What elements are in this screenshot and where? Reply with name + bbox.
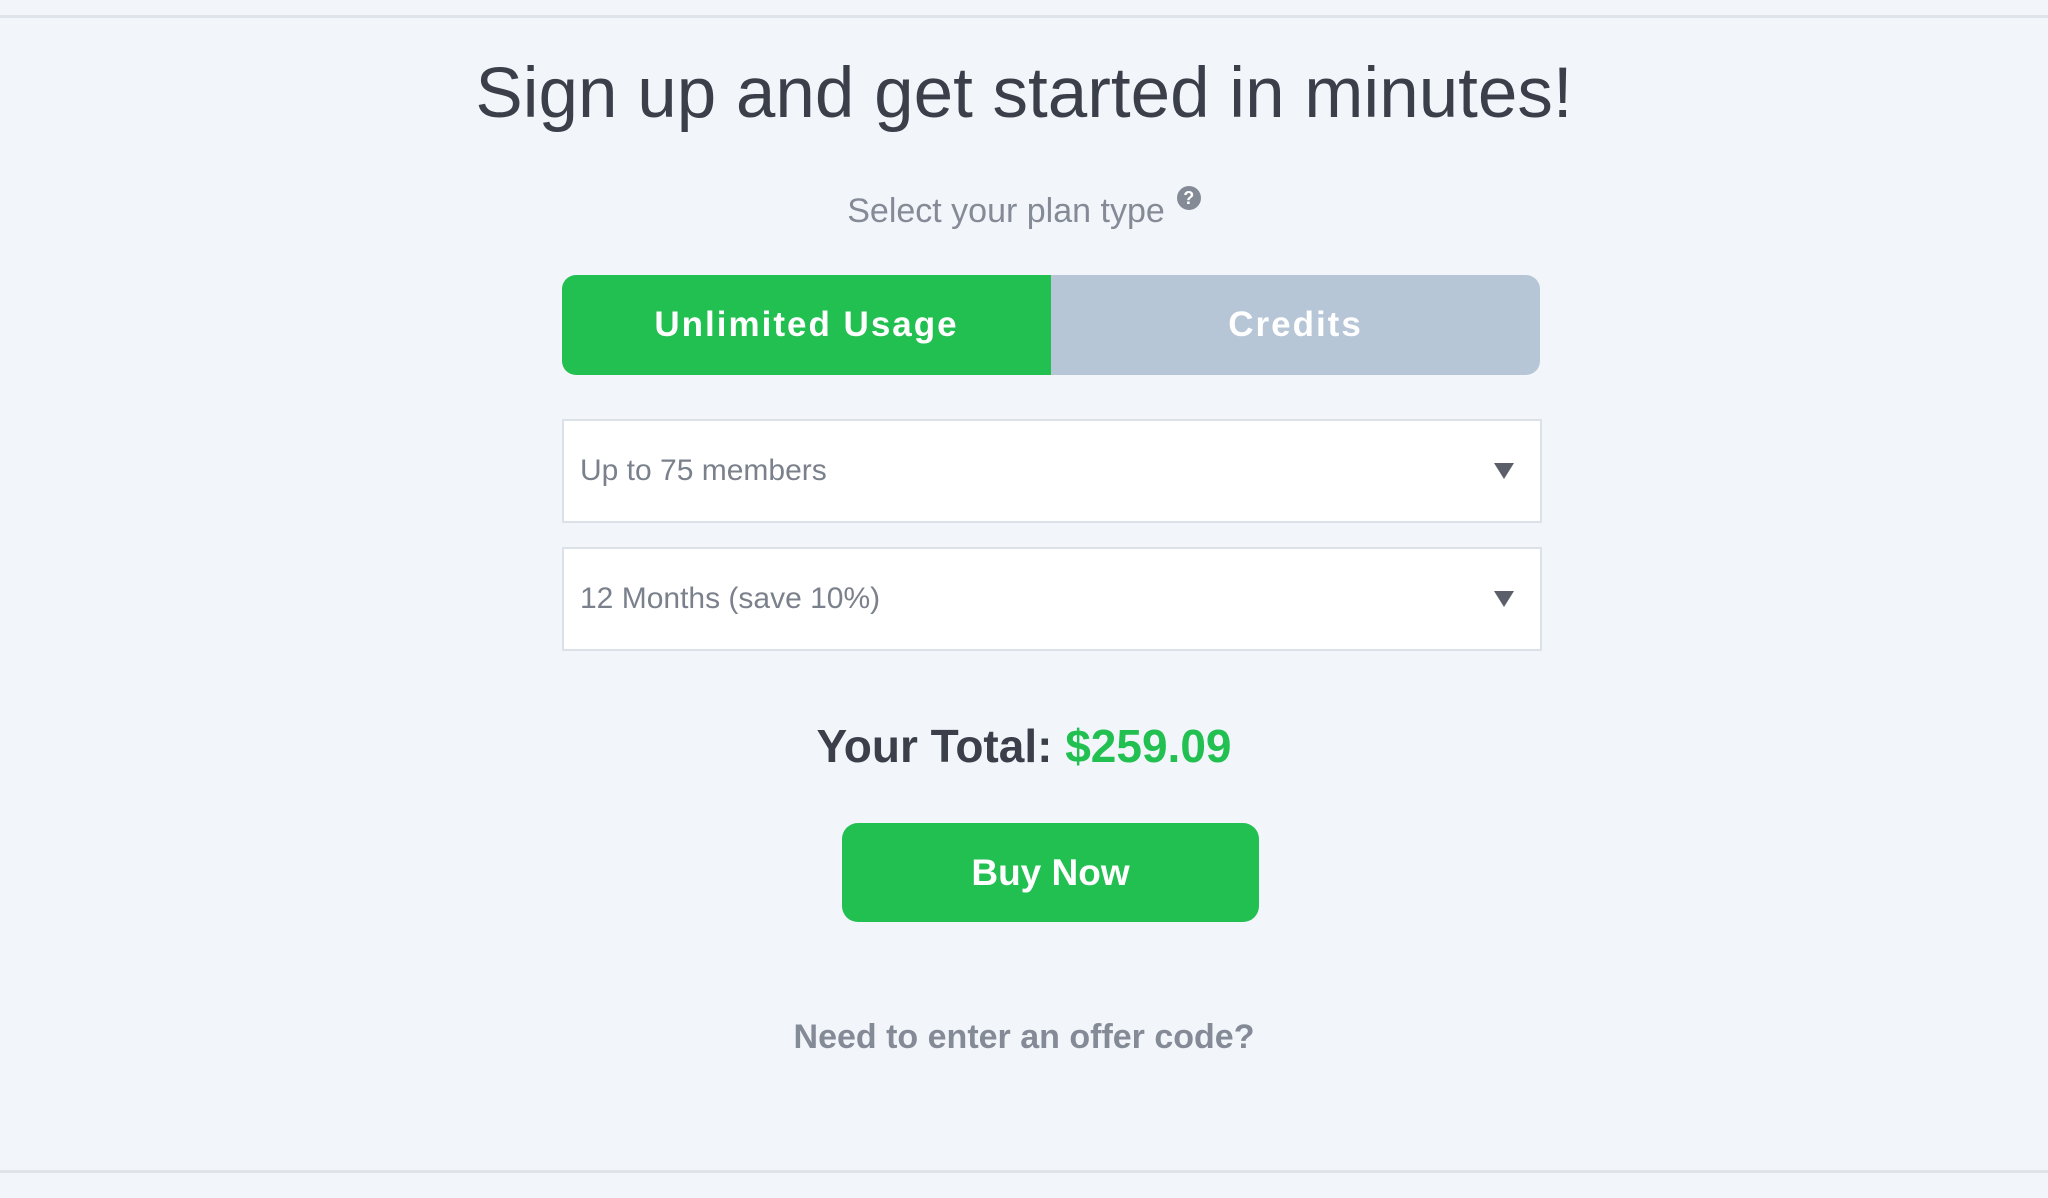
bottom-divider [0,1170,2048,1173]
offer-code-link[interactable]: Need to enter an offer code? [0,1014,2048,1060]
page-headline: Sign up and get started in minutes! [475,54,1573,133]
buy-now-button[interactable]: Buy Now [842,823,1259,922]
caret-down-icon [1494,591,1514,607]
duration-select-value: 12 Months (save 10%) [580,582,881,615]
plan-option-credits[interactable]: Credits [1051,275,1540,375]
members-select-value: Up to 75 members [580,454,827,487]
plan-type-label-row: Select your plan type? [0,186,2048,234]
top-divider [0,15,2048,18]
total-label: Your Total: [816,720,1053,772]
plan-option-unlimited-usage[interactable]: Unlimited Usage [562,275,1051,375]
order-total: Your Total: $259.09 [0,716,2048,776]
caret-down-icon [1494,463,1514,479]
members-select[interactable]: Up to 75 members [562,419,1542,523]
plan-type-toggle: Unlimited Usage Credits [562,275,1540,375]
question-circle-icon[interactable]: ? [1176,186,1201,210]
total-amount: $259.09 [1065,720,1232,772]
duration-select[interactable]: 12 Months (save 10%) [562,547,1542,651]
plan-type-label: Select your plan type [847,192,1165,230]
